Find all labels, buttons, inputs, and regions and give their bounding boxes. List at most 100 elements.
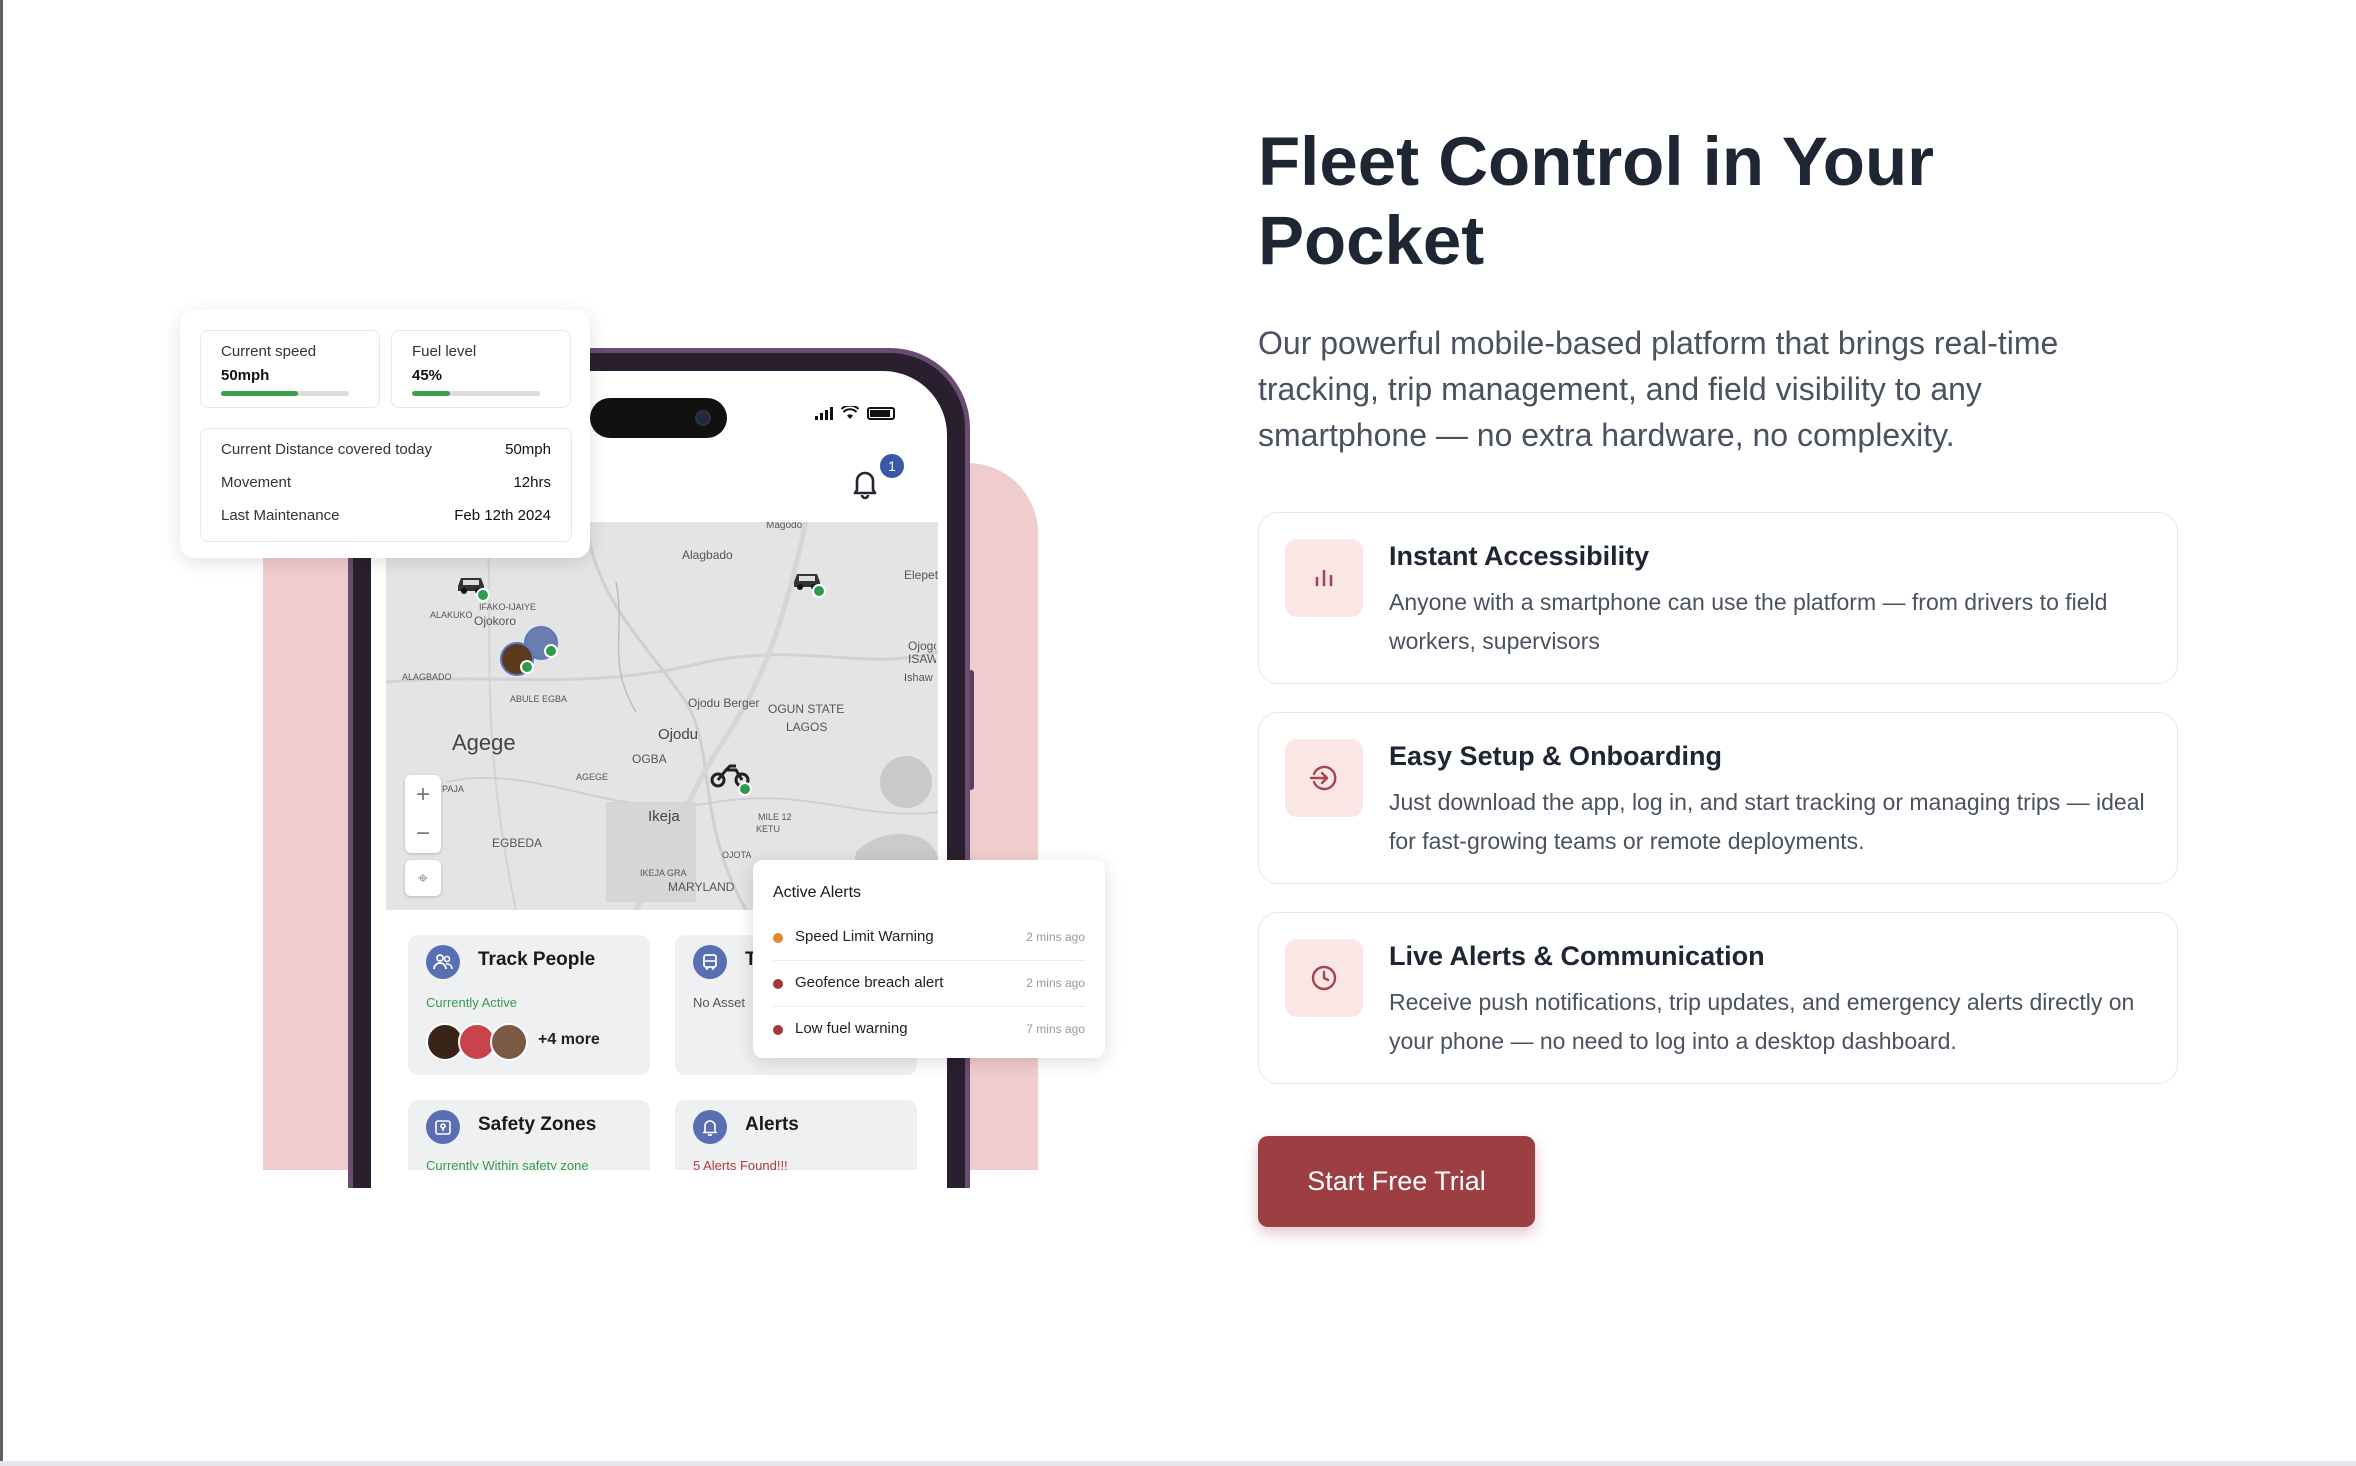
feature-description: Receive push notifications, trip updates… [1389, 989, 2135, 1054]
tile-title: Alerts [745, 1114, 799, 1135]
feature-title: Live Alerts & Communication [1389, 941, 1765, 971]
trip-stats-list: Current Distance covered today 50mph Move… [200, 428, 572, 542]
camera-icon [695, 410, 711, 426]
map-label: PAJA [442, 784, 464, 794]
map-label: Agege [452, 730, 516, 755]
map-label: OGUN STATE [768, 702, 845, 716]
vehicle-icon [693, 945, 727, 979]
stat-row: Last Maintenance Feb 12th 2024 [221, 507, 551, 529]
feature-card-live-alerts: Live Alerts & Communication Receive push… [1258, 912, 2178, 1084]
zoom-out-button[interactable]: − [405, 814, 441, 853]
alert-time: 2 mins ago [1026, 976, 1085, 990]
alert-label: Low fuel warning [795, 1020, 908, 1037]
speed-progress-track [221, 391, 349, 396]
feature-card-easy-setup: Easy Setup & Onboarding Just download th… [1258, 712, 2178, 884]
fuel-progress-track [412, 391, 540, 396]
safety-zones-tile[interactable]: Safety Zones Currently Within safety zon… [408, 1100, 650, 1170]
alert-label: Geofence breach alert [795, 974, 944, 991]
map-label: MILE 12 [758, 812, 792, 822]
stat-value: 45% [412, 367, 443, 384]
feature-title: Instant Accessibility [1389, 541, 1650, 571]
map-label: KETU [756, 824, 781, 834]
notification-count-badge: 1 [878, 452, 906, 480]
stat-value: 50mph [505, 441, 551, 458]
stat-value: 12hrs [513, 474, 551, 491]
alert-severity-dot [773, 933, 783, 943]
signal-icon [815, 406, 833, 420]
map-label: Ojogo ISAW [908, 640, 936, 666]
alert-time: 7 mins ago [1026, 1022, 1085, 1036]
page-title: Fleet Control in Your Pocket [1258, 123, 1934, 279]
map-zoom-controls: + − [405, 775, 441, 853]
map-label: Ojodu Berger [688, 696, 760, 710]
tile-title: Track People [478, 949, 596, 970]
map-label: Ikeja [648, 808, 680, 825]
stat-row: Movement 12hrs [221, 474, 551, 496]
notification-bell-icon[interactable] [848, 466, 882, 500]
current-speed-widget: Current speed 50mph [200, 330, 380, 408]
more-people-count: +4 more [538, 1031, 600, 1048]
alert-time: 2 mins ago [1026, 930, 1085, 944]
map-label: MARYLAND [668, 880, 735, 894]
locate-me-button[interactable]: ⌖ [405, 860, 441, 896]
dynamic-island [590, 398, 727, 438]
alert-item[interactable]: Low fuel warning 7 mins ago [773, 1006, 1085, 1052]
feature-description: Anyone with a smartphone can use the pla… [1389, 589, 2108, 654]
map-label: Alagbado [682, 548, 733, 562]
fuel-progress-fill [412, 391, 451, 396]
speed-progress-fill [221, 391, 298, 396]
map-label: Ojokoro [474, 614, 517, 628]
online-indicator [812, 584, 826, 598]
fuel-level-widget: Fuel level 45% [391, 330, 571, 408]
track-people-tile[interactable]: Track People Currently Active +4 more [408, 935, 650, 1075]
map-label: LAGOS [786, 720, 828, 734]
people-icon [426, 945, 460, 979]
map-label: IFAKO-IJAIYE [479, 602, 537, 612]
zoom-in-button[interactable]: + [405, 775, 441, 814]
online-indicator [544, 644, 558, 658]
start-free-trial-button[interactable]: Start Free Trial [1258, 1136, 1535, 1227]
bar-chart-icon [1285, 539, 1363, 617]
stat-value: 50mph [221, 367, 270, 384]
alerts-tile[interactable]: Alerts 5 Alerts Found!!! [675, 1100, 917, 1170]
stat-label: Movement [221, 474, 292, 491]
stat-label: Fuel level [412, 343, 477, 360]
map-label: OGBA [632, 752, 667, 766]
map-label: Magodo [766, 522, 803, 531]
bell-icon [693, 1110, 727, 1144]
map-label: OJOTA [722, 850, 752, 860]
stat-label: Current speed [221, 343, 317, 360]
map-label: ABULE EGBA [510, 694, 568, 704]
online-indicator [520, 660, 534, 674]
battery-icon [867, 407, 895, 420]
alerts-card-title: Active Alerts [773, 884, 862, 901]
alert-severity-dot [773, 1025, 783, 1035]
tile-status: No Asset [693, 995, 746, 1010]
alert-item[interactable]: Speed Limit Warning 2 mins ago [773, 914, 1085, 961]
map-label: Ishaw [904, 672, 933, 684]
feature-title: Easy Setup & Onboarding [1389, 741, 1723, 771]
stat-label: Last Maintenance [221, 507, 340, 524]
alert-label: Speed Limit Warning [795, 928, 934, 945]
map-pin-icon [426, 1110, 460, 1144]
tracking-map[interactable]: Alagbado Elepete IFAKO-IJAIYE Ojokoro AL… [386, 522, 938, 910]
vehicle-stats-card: Current speed 50mph Fuel level 45% Curre… [180, 310, 590, 558]
page-left-border [0, 0, 3, 1466]
stat-label: Current Distance covered today [221, 441, 432, 458]
map-label: Elepete [904, 568, 938, 582]
feature-card-instant-accessibility: Instant Accessibility Anyone with a smar… [1258, 512, 2178, 684]
sign-in-icon [1285, 739, 1363, 817]
lead-paragraph: Our powerful mobile-based platform that … [1258, 325, 2059, 453]
stat-row: Current Distance covered today 50mph [221, 441, 551, 463]
page-bottom-border [0, 1461, 2356, 1466]
map-label: Ojodu [658, 726, 699, 743]
online-indicator [738, 782, 752, 796]
map-label: ALAGBADO [402, 672, 452, 682]
online-indicator [476, 588, 490, 602]
wifi-icon [841, 406, 859, 419]
tile-title: Safety Zones [478, 1114, 597, 1135]
alert-item[interactable]: Geofence breach alert 2 mins ago [773, 960, 1085, 1007]
map-label: EGBEDA [492, 836, 543, 850]
clock-icon [1285, 939, 1363, 1017]
status-bar-icons [815, 400, 895, 420]
